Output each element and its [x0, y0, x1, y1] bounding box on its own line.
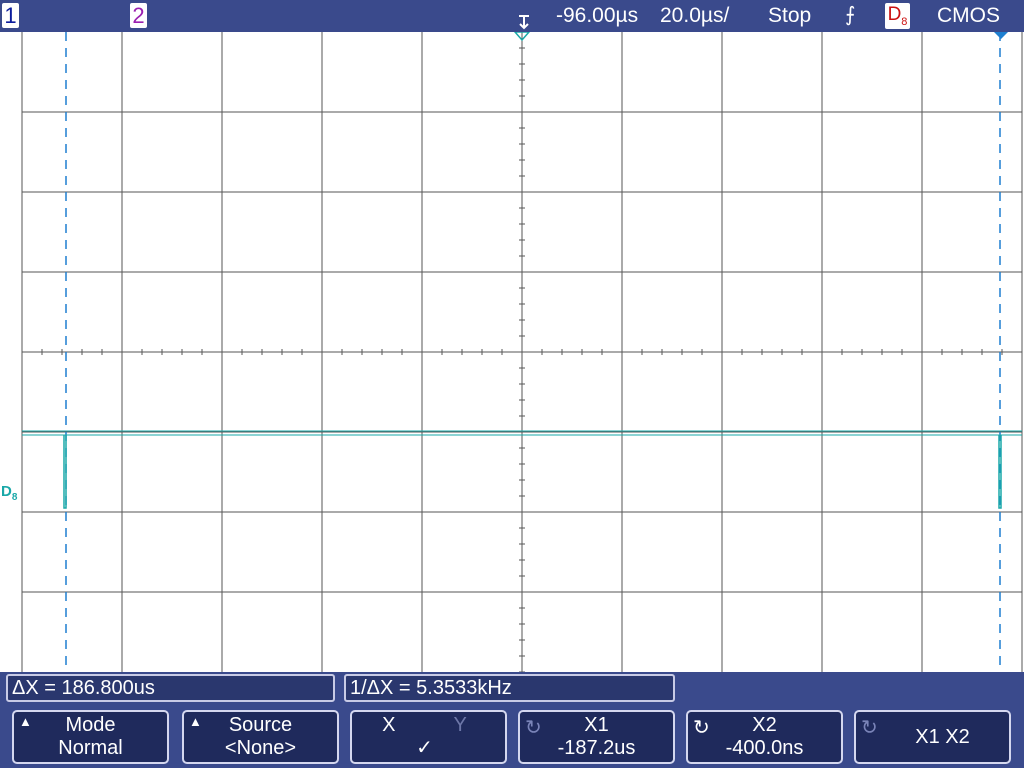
- mode-label: Mode: [65, 714, 116, 736]
- run-state: Stop: [768, 4, 812, 27]
- x1x2-label: X1 X2: [915, 726, 970, 748]
- check-icon: ✓: [416, 737, 433, 759]
- status-bar: 1 2 -96.00µs 20.0µs/ Stop ⨍ D8 CMOS: [0, 0, 1024, 32]
- xy-softkey[interactable]: XY ✓: [350, 710, 507, 764]
- measurement-bar: ΔX = 186.800us 1/ΔX = 5.3533kHz: [0, 672, 1024, 706]
- logic-threshold: CMOS: [937, 4, 1000, 27]
- x1x2-softkey[interactable]: ↻ X1 X2: [854, 710, 1011, 764]
- xy-labels: XY: [352, 714, 505, 737]
- x1-softkey[interactable]: ↻ X1 -187.2us: [518, 710, 675, 764]
- x1-value: -187.2us: [557, 737, 636, 759]
- x2-value: -400.0ns: [725, 737, 804, 759]
- softkey-bar: ▲ Mode Normal ▲ Source <None> XY ✓ ↻ X1 …: [0, 706, 1024, 768]
- channel1-indicator[interactable]: 1: [2, 3, 19, 28]
- channel2-indicator[interactable]: 2: [130, 3, 147, 28]
- falling-edge-icon: ⨍: [845, 4, 856, 26]
- channel-d8-label-sub: 8: [11, 492, 18, 503]
- delta-x-readout: ΔX = 186.800us: [6, 674, 335, 702]
- trigger-delay-icon: [519, 15, 529, 30]
- x-option: X: [382, 714, 396, 736]
- source-value: <None>: [224, 737, 297, 759]
- channel-d8-label-text: D: [1, 483, 12, 500]
- mode-softkey[interactable]: ▲ Mode Normal: [12, 710, 169, 764]
- x1-label: X1: [584, 714, 609, 736]
- y-option: Y: [453, 714, 467, 736]
- trigger-source-badge[interactable]: D8: [885, 3, 910, 29]
- menu-arrow-icon: ▲: [189, 714, 202, 729]
- source-label: Source: [228, 714, 293, 736]
- graticule: [21, 32, 1023, 672]
- menu-arrow-icon: ▲: [19, 714, 32, 729]
- mode-value: Normal: [58, 737, 123, 759]
- trigger-source-text: D: [887, 4, 902, 25]
- entry-knob-icon: ↻: [693, 717, 710, 739]
- channel-d8-label: D8: [1, 483, 17, 503]
- source-softkey[interactable]: ▲ Source <None>: [182, 710, 339, 764]
- entry-knob-icon: ↻: [525, 717, 542, 739]
- x2-label: X2: [752, 714, 777, 736]
- cursor-x2-marker: [994, 32, 1008, 39]
- timebase-readout[interactable]: 20.0µs/: [660, 3, 729, 29]
- x2-softkey[interactable]: ↻ X2 -400.0ns: [686, 710, 843, 764]
- trigger-source-sub: 8: [901, 15, 908, 28]
- entry-knob-icon: ↻: [861, 717, 878, 739]
- waveform-display[interactable]: D8: [0, 32, 1024, 672]
- trace-pulse-1: [63, 435, 67, 509]
- delay-readout[interactable]: -96.00µs: [556, 3, 638, 29]
- inverse-delta-x-readout: 1/ΔX = 5.3533kHz: [344, 674, 675, 702]
